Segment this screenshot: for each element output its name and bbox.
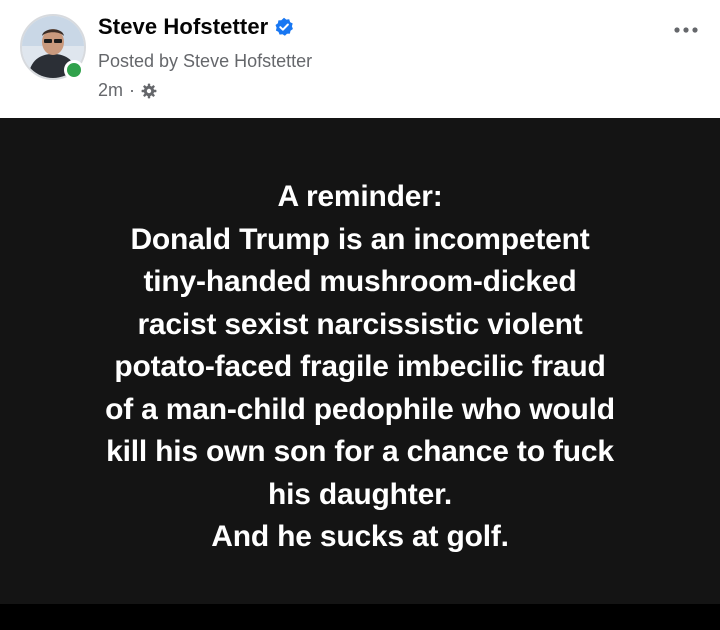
more-options-button[interactable] [670, 18, 702, 42]
gear-icon[interactable] [141, 83, 157, 99]
post-text-line: potato-faced fragile imbecilic fraud [114, 350, 606, 383]
post-text-line: racist sexist narcissistic violent [137, 307, 583, 341]
facebook-post: Steve Hofstetter Posted by Steve Hofstet… [0, 0, 720, 630]
post-text-line: tiny-handed mushroom-dicked [143, 265, 577, 298]
author-line: Steve Hofstetter [98, 14, 294, 40]
meta-separator: · [129, 80, 136, 100]
post-meta: 2m · [98, 80, 157, 101]
post-text-line: of a man-child pedophile who would [105, 392, 615, 426]
post-text-line: kill his own son for a chance to fuck [106, 435, 614, 468]
author-avatar[interactable] [20, 14, 86, 80]
post-text-line: his daughter. [267, 477, 453, 511]
author-name[interactable]: Steve Hofstetter [98, 14, 268, 40]
post-text: A reminder: Donald Trump is an incompete… [0, 176, 720, 559]
post-text-background: A reminder: Donald Trump is an incompete… [0, 118, 720, 604]
post-timestamp[interactable]: 2m [98, 80, 123, 101]
post-text-line: And he sucks at golf. [211, 520, 509, 553]
post-text-line: A reminder: [277, 180, 443, 213]
post-header: Steve Hofstetter Posted by Steve Hofstet… [0, 0, 720, 118]
more-options-icon [674, 27, 698, 33]
post-text-line: Donald Trump is an incompetent [130, 222, 590, 256]
bottom-edge [0, 604, 720, 630]
verified-badge-icon [275, 17, 294, 36]
posted-by-label: Posted by Steve Hofstetter [98, 51, 313, 71]
online-status-indicator [64, 60, 84, 80]
